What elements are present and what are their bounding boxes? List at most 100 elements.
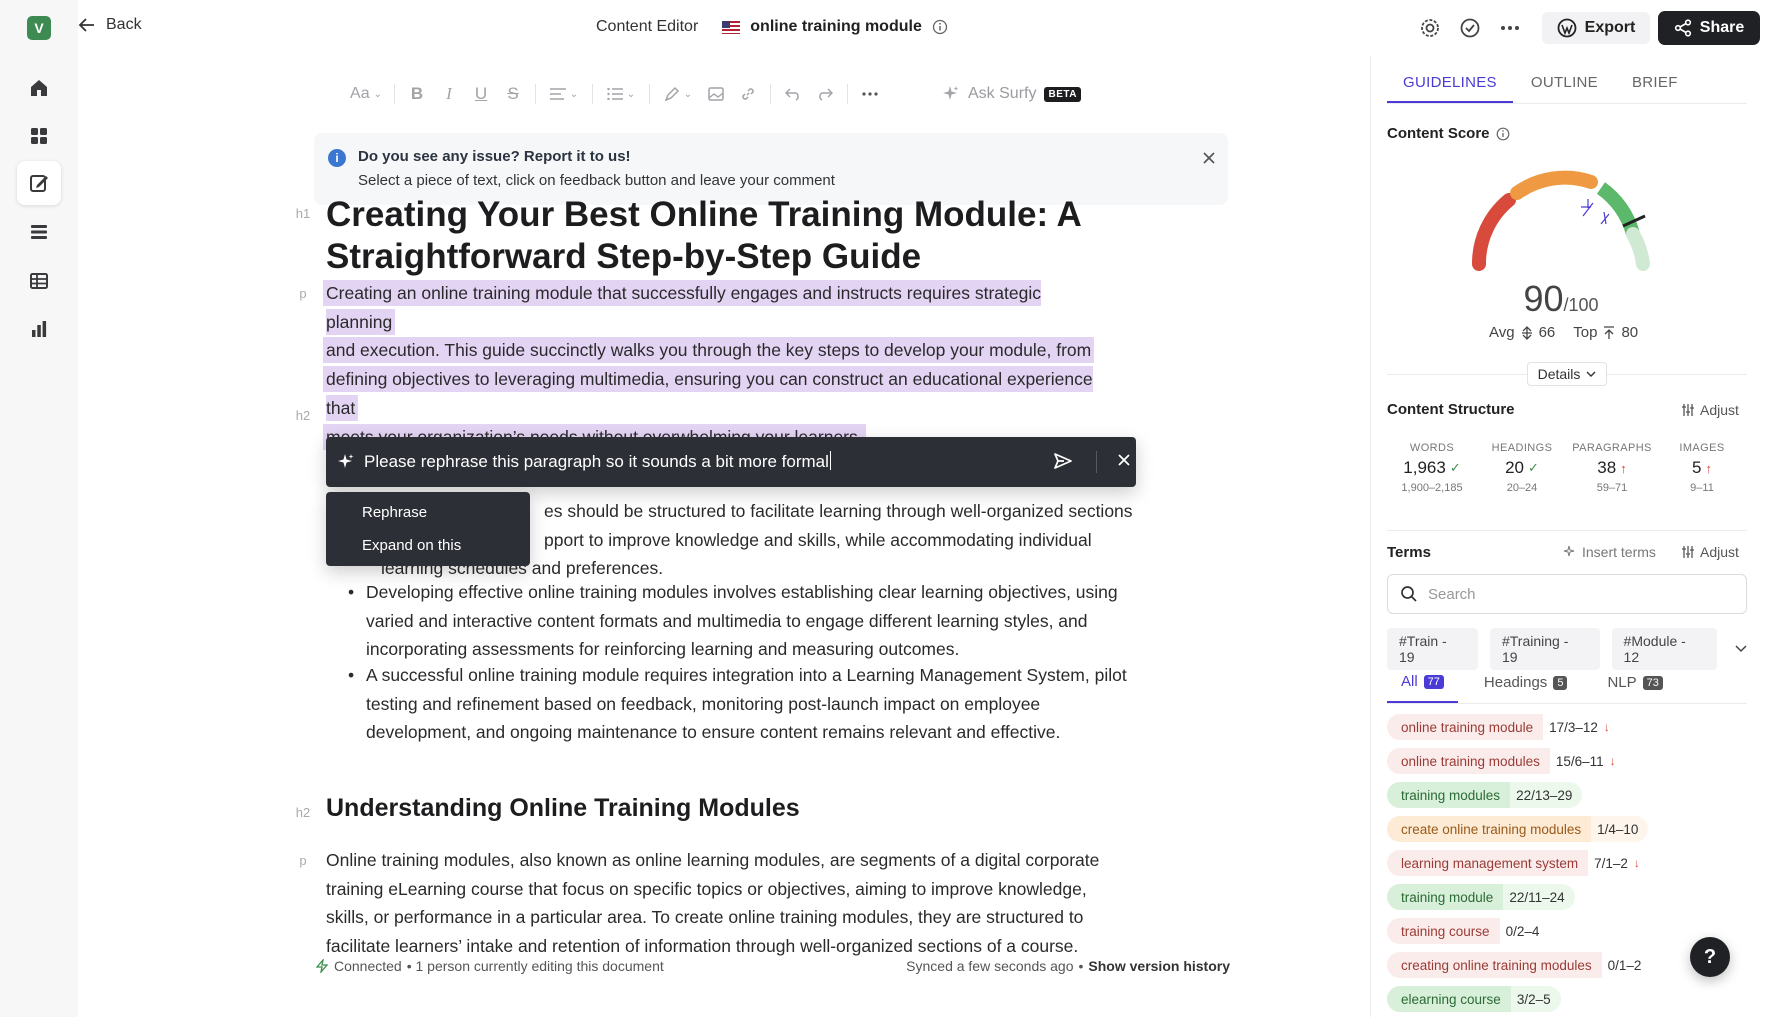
ai-prompt-input[interactable]: Please rephrase this paragraph so it sou…: [364, 451, 832, 472]
more-options-icon[interactable]: [854, 78, 886, 110]
term-chip[interactable]: online training modules 15/6–11 ↓: [1387, 748, 1626, 774]
ask-surfy-button[interactable]: Ask Surfy BETA: [942, 85, 1081, 103]
table-icon[interactable]: [17, 259, 61, 303]
term-chip[interactable]: online training module 17/3–12 ↓: [1387, 714, 1620, 740]
document-h1[interactable]: Creating Your Best Online Training Modul…: [326, 194, 1086, 278]
bold-icon[interactable]: B: [401, 78, 433, 110]
structure-stats: WORDS 1,963 ✓ 1,900–2,185 HEADINGS 20 ✓ 20…: [1387, 442, 1747, 494]
back-button[interactable]: Back: [78, 16, 142, 34]
term-chip[interactable]: elearning course 3/2–5: [1387, 986, 1561, 1012]
check-circle-icon[interactable]: [1458, 16, 1482, 40]
term-chip[interactable]: learning management system 7/1–2 ↓: [1387, 850, 1650, 876]
info-icon[interactable]: [932, 19, 948, 35]
term-filter-tabs: All 77 Headings 5 NLP 73: [1387, 662, 1747, 704]
image-icon[interactable]: [700, 78, 732, 110]
top-bar: Back Content Editor online training modu…: [78, 0, 1772, 56]
term-chip[interactable]: training course 0/2–4: [1387, 918, 1549, 944]
term-name: training course: [1387, 918, 1500, 944]
term-count: 22/11–24: [1503, 884, 1575, 910]
divider: [649, 84, 650, 104]
share-label: Share: [1699, 19, 1745, 36]
term-count-value: 22/11–24: [1509, 889, 1565, 905]
search-placeholder: Search: [1428, 585, 1476, 603]
filter-tab-nlp[interactable]: NLP 73: [1593, 662, 1676, 703]
adjust-label: Adjust: [1700, 544, 1739, 560]
stat-range: 59–71: [1596, 482, 1628, 494]
tab-outline[interactable]: OUTLINE: [1515, 56, 1614, 103]
close-icon[interactable]: [1202, 151, 1216, 165]
chart-icon[interactable]: [17, 307, 61, 351]
highlight-icon[interactable]: ⌄: [656, 78, 700, 110]
share-button[interactable]: Share: [1658, 11, 1760, 45]
more-icon[interactable]: [1498, 16, 1522, 40]
paragraph-line: training eLearning course that focus on …: [326, 878, 1087, 899]
bullet-line: Developing effective online training mod…: [366, 582, 1118, 602]
italic-icon[interactable]: I: [433, 78, 465, 110]
paragraph-line: facilitate learners’ intake and retentio…: [326, 936, 1079, 957]
block-tag-h2: h2: [295, 408, 311, 423]
intro-paragraph[interactable]: Creating an online training module that …: [326, 279, 1106, 451]
bullet-item[interactable]: Developing effective online training mod…: [348, 578, 1144, 664]
divider: [535, 84, 536, 104]
term-count-value: 0/1–2: [1607, 957, 1642, 973]
apps-icon[interactable]: [17, 114, 61, 158]
settings-icon[interactable]: [1418, 16, 1442, 40]
details-dropdown[interactable]: Details: [1527, 362, 1607, 386]
understanding-paragraph[interactable]: Online training modules, also known as o…: [326, 846, 1126, 961]
ask-surfy-label: Ask Surfy: [968, 85, 1037, 102]
home-icon[interactable]: [17, 66, 61, 110]
editor-icon[interactable]: [17, 161, 61, 205]
back-label: Back: [106, 16, 142, 33]
export-label: Export: [1584, 19, 1636, 36]
tab-brief[interactable]: BRIEF: [1616, 56, 1694, 103]
help-button[interactable]: ?: [1690, 937, 1730, 977]
undo-icon[interactable]: [777, 78, 809, 110]
close-icon[interactable]: [1106, 452, 1132, 468]
font-size-dropdown[interactable]: Aa ⌄: [344, 78, 388, 110]
ai-action-menu: Rephrase Expand on this: [326, 492, 530, 566]
selected-line: Creating an online training module that …: [326, 283, 1041, 332]
heading-understanding[interactable]: Understanding Online Training Modules: [326, 794, 800, 823]
menu-item-rephrase[interactable]: Rephrase: [326, 496, 530, 529]
adjust-terms-button[interactable]: Adjust: [1681, 544, 1739, 560]
stat-label: WORDS: [1409, 442, 1455, 454]
align-icon[interactable]: ⌄: [542, 78, 586, 110]
list-icon[interactable]: [17, 210, 61, 254]
check-icon: ✓: [1449, 460, 1461, 475]
adjust-structure-button[interactable]: Adjust: [1681, 402, 1739, 418]
document-title[interactable]: online training module: [750, 18, 922, 36]
menu-item-expand[interactable]: Expand on this: [326, 529, 530, 562]
workspace-avatar[interactable]: V: [27, 16, 51, 40]
term-chip[interactable]: training modules 22/13–29: [1387, 782, 1583, 808]
term-chip[interactable]: training module 22/11–24: [1387, 884, 1575, 910]
term-chip[interactable]: creating online training modules 0/1–2: [1387, 952, 1651, 978]
export-button[interactable]: Export: [1542, 12, 1650, 44]
version-history-link[interactable]: Show version history: [1088, 958, 1230, 974]
list-format-icon[interactable]: ⌄: [599, 78, 643, 110]
terms-search-input[interactable]: Search: [1387, 574, 1747, 614]
term-chip[interactable]: create online training modules 1/4–10: [1387, 816, 1649, 842]
chevron-down-icon: ⌄: [373, 88, 382, 100]
underline-icon[interactable]: U: [465, 78, 497, 110]
stat-value: 1,963: [1403, 458, 1446, 477]
strikethrough-icon[interactable]: S: [497, 78, 529, 110]
bullet-line: incorporating assessments for reinforcin…: [366, 639, 960, 660]
term-count-value: 3/2–5: [1516, 991, 1551, 1007]
bullet-item[interactable]: A successful online training module requ…: [348, 661, 1144, 747]
term-name: online training modules: [1387, 748, 1550, 774]
send-icon[interactable]: [1053, 451, 1073, 471]
stat-range: 20–24: [1506, 482, 1538, 494]
redo-icon[interactable]: [809, 78, 841, 110]
count-badge: 5: [1553, 675, 1568, 690]
insert-terms-button[interactable]: Insert terms: [1563, 544, 1656, 560]
info-icon[interactable]: [1496, 127, 1510, 141]
arrow-down-icon: ↓: [1633, 856, 1640, 870]
tab-guidelines[interactable]: GUIDELINES: [1387, 56, 1513, 103]
filter-tab-all[interactable]: All 77: [1387, 662, 1458, 703]
stat-value: 38: [1597, 458, 1617, 477]
bullet-line: varied and interactive content formats a…: [366, 610, 1088, 631]
filter-tab-headings[interactable]: Headings 5: [1470, 662, 1582, 703]
chevron-down-icon[interactable]: [1735, 645, 1747, 653]
link-icon[interactable]: [732, 78, 764, 110]
stat-images: IMAGES 5 ↑ 9–11: [1660, 442, 1744, 494]
